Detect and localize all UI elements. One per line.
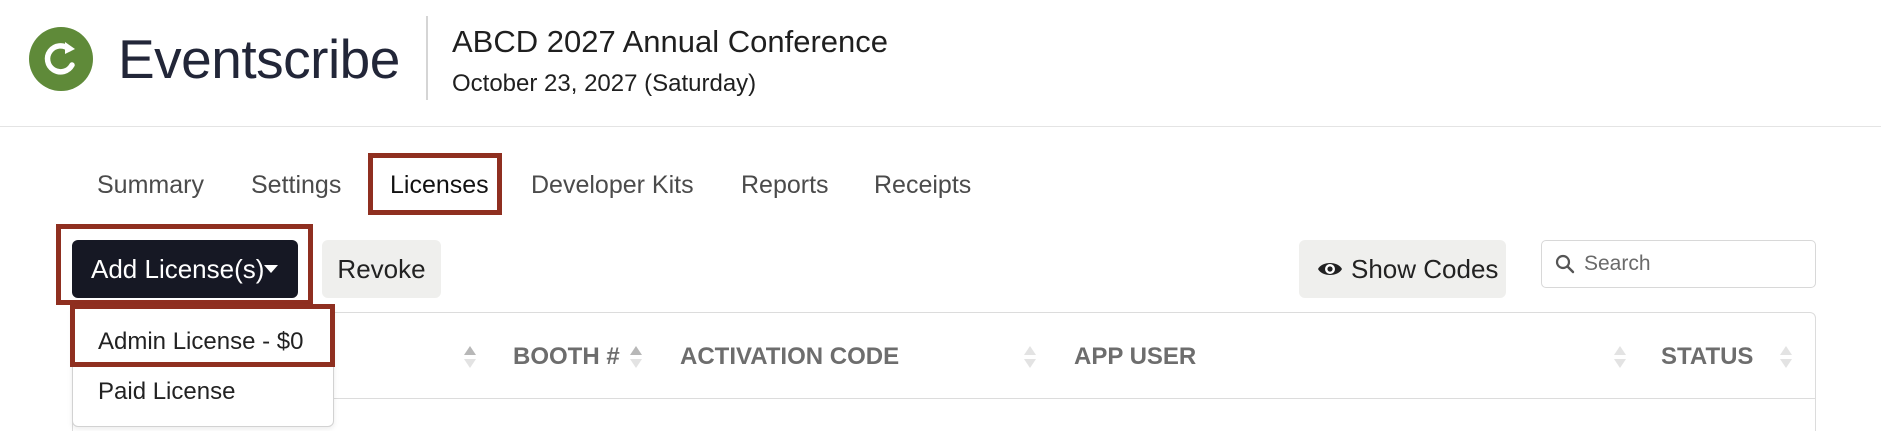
tab-reports[interactable]: Reports: [741, 165, 829, 205]
tab-summary[interactable]: Summary: [97, 165, 204, 205]
event-date: October 23, 2027 (Saturday): [452, 70, 757, 97]
menu-item-paid-license[interactable]: Paid License: [73, 369, 333, 415]
sort-icon[interactable]: [1023, 344, 1037, 370]
sort-icon[interactable]: [1779, 344, 1793, 370]
tab-developer-kits[interactable]: Developer Kits: [531, 165, 694, 205]
column-header-status[interactable]: STATUS: [1661, 342, 1753, 372]
sort-icon[interactable]: [1613, 344, 1627, 370]
tab-receipts[interactable]: Receipts: [874, 165, 971, 205]
column-header-activation-code[interactable]: ACTIVATION CODE: [680, 342, 899, 372]
search-input[interactable]: [1584, 247, 1804, 281]
eye-icon: [1318, 263, 1342, 275]
admin-license-highlight-box: [70, 304, 335, 367]
show-codes-label: Show Codes: [1351, 254, 1499, 284]
column-header-app-user[interactable]: APP USER: [1074, 342, 1196, 372]
search-icon: [1555, 254, 1575, 274]
add-license-label: Add License(s): [91, 254, 265, 284]
header-divider: [426, 16, 428, 100]
event-title: ABCD 2027 Annual Conference: [452, 24, 889, 59]
brand-name[interactable]: Eventscribe: [118, 24, 400, 94]
tab-settings[interactable]: Settings: [251, 165, 341, 205]
app-header: Eventscribe ABCD 2027 Annual Conference …: [0, 0, 1881, 127]
sort-icon[interactable]: [463, 344, 477, 370]
licenses-tab-highlight-box: [368, 153, 502, 215]
revoke-button[interactable]: Revoke: [322, 240, 441, 298]
caret-down-icon: [264, 265, 278, 273]
add-license-button[interactable]: Add License(s): [72, 240, 298, 298]
column-header-booth[interactable]: BOOTH #: [513, 342, 620, 372]
eventscribe-logo-icon[interactable]: [29, 27, 93, 91]
sort-icon[interactable]: [629, 344, 643, 370]
search-box[interactable]: [1541, 240, 1816, 288]
show-codes-button[interactable]: Show Codes: [1299, 240, 1506, 298]
